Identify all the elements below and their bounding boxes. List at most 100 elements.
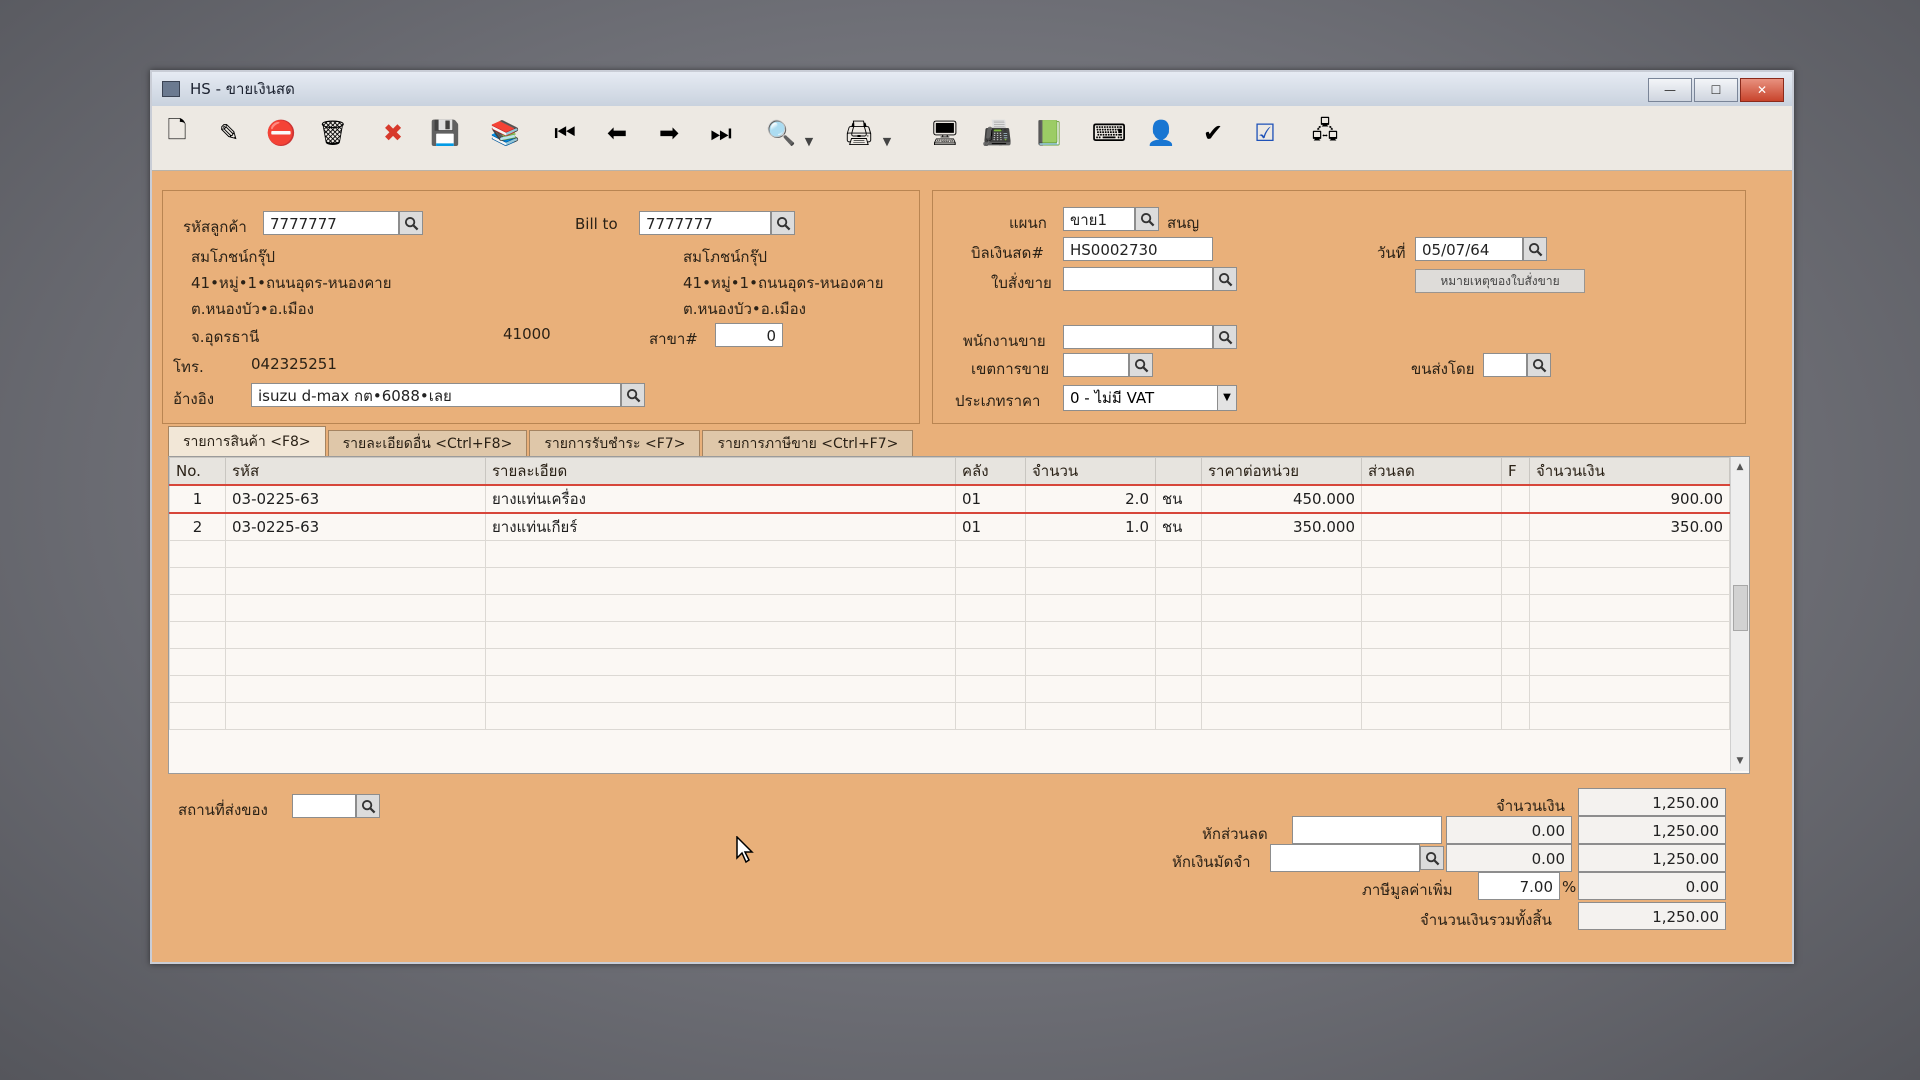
salesman-input[interactable] (1063, 325, 1213, 349)
empty-cell[interactable] (1025, 567, 1156, 595)
empty-cell[interactable] (1155, 621, 1202, 649)
empty-cell[interactable] (485, 675, 956, 703)
tab-sales-tax[interactable]: รายการภาษีขาย <Ctrl+F7> (702, 430, 914, 457)
empty-cell[interactable] (225, 621, 486, 649)
books-icon[interactable]: 📚 (488, 116, 522, 150)
empty-table-row[interactable] (169, 594, 1730, 622)
void-icon[interactable]: ⛔ (264, 116, 298, 150)
empty-table-row[interactable] (169, 675, 1730, 703)
cell-warehouse[interactable]: 01 (955, 512, 1026, 541)
keyin-icon[interactable]: ⌨ (1092, 116, 1127, 150)
empty-cell[interactable] (1201, 540, 1362, 568)
cell-quantity[interactable]: 2.0 (1025, 484, 1156, 514)
price-type-select[interactable]: 0 - ไม่มี VAT ▼ (1063, 385, 1237, 411)
col-code[interactable]: รหัส (225, 457, 486, 486)
department-search-icon[interactable] (1135, 207, 1159, 231)
discount-input[interactable] (1292, 816, 1442, 844)
empty-cell[interactable] (1201, 702, 1362, 730)
so-note-button[interactable]: หมายเหตุของใบสั่งขาย (1415, 269, 1585, 293)
cell-unit[interactable]: ชน (1155, 512, 1202, 541)
sales-area-search-icon[interactable] (1129, 353, 1153, 377)
empty-cell[interactable] (485, 648, 956, 676)
empty-cell[interactable] (1025, 594, 1156, 622)
empty-cell[interactable] (1361, 567, 1502, 595)
empty-cell[interactable] (169, 540, 226, 568)
monitor-icon[interactable]: 🖥 (928, 116, 962, 150)
items-grid[interactable]: No. รหัส รายละเอียด คลัง จำนวน ราคาต่อหน… (168, 456, 1750, 774)
tab-other-details[interactable]: รายละเอียดอื่น <Ctrl+F8> (327, 430, 528, 457)
empty-cell[interactable] (1501, 702, 1530, 730)
empty-cell[interactable] (955, 594, 1026, 622)
empty-cell[interactable] (1501, 567, 1530, 595)
cell-description[interactable]: ยางแท่นเกียร์ (485, 512, 956, 541)
empty-table-row[interactable] (169, 540, 1730, 568)
empty-cell[interactable] (485, 567, 956, 595)
empty-cell[interactable] (1501, 648, 1530, 676)
empty-cell[interactable] (1155, 567, 1202, 595)
deposit-input[interactable] (1270, 844, 1420, 872)
empty-cell[interactable] (1155, 540, 1202, 568)
deposit-search-icon[interactable] (1420, 846, 1444, 870)
empty-cell[interactable] (485, 702, 956, 730)
trash-icon[interactable]: 🗑 (316, 116, 350, 150)
empty-table-row[interactable] (169, 648, 1730, 676)
vat-rate-input[interactable]: 7.00 (1478, 872, 1560, 900)
scroll-up-icon[interactable]: ▲ (1731, 459, 1749, 475)
empty-cell[interactable] (955, 702, 1026, 730)
empty-cell[interactable] (1529, 648, 1730, 676)
col-amount[interactable]: จำนวนเงิน (1529, 457, 1730, 486)
empty-cell[interactable] (1201, 648, 1362, 676)
cell-description[interactable]: ยางแท่นเครื่อง (485, 484, 956, 514)
search-doc-icon[interactable]: 🔍 (764, 116, 798, 150)
empty-cell[interactable] (1201, 621, 1362, 649)
empty-rows[interactable] (169, 540, 1730, 730)
empty-cell[interactable] (169, 594, 226, 622)
empty-cell[interactable] (1201, 675, 1362, 703)
branch-input[interactable]: 0 (715, 323, 783, 347)
date-picker-icon[interactable] (1523, 237, 1547, 261)
empty-cell[interactable] (955, 621, 1026, 649)
empty-cell[interactable] (1155, 675, 1202, 703)
col-no[interactable]: No. (169, 457, 226, 486)
empty-cell[interactable] (1361, 648, 1502, 676)
empty-cell[interactable] (955, 648, 1026, 676)
empty-cell[interactable] (955, 567, 1026, 595)
ship-by-input[interactable] (1483, 353, 1527, 377)
cell-quantity[interactable]: 1.0 (1025, 512, 1156, 541)
cell-discount[interactable] (1361, 484, 1502, 514)
col-quantity[interactable]: จำนวน (1025, 457, 1156, 486)
last-record-icon[interactable]: ⏭ (704, 116, 738, 150)
reference-input[interactable]: isuzu d-max กต•6088•เลย (251, 383, 621, 407)
empty-cell[interactable] (169, 675, 226, 703)
scroll-down-icon[interactable]: ▼ (1731, 753, 1749, 769)
cell-no[interactable]: 2 (169, 512, 226, 541)
cell-unit-price[interactable]: 350.000 (1201, 512, 1362, 541)
cell-code[interactable]: 03-0225-63 (225, 484, 486, 514)
empty-cell[interactable] (1501, 540, 1530, 568)
empty-cell[interactable] (1529, 594, 1730, 622)
ship-place-search-icon[interactable] (356, 794, 380, 818)
empty-cell[interactable] (1529, 540, 1730, 568)
ship-place-input[interactable] (292, 794, 356, 818)
empty-cell[interactable] (1501, 675, 1530, 703)
ok-box-icon[interactable]: ☑ (1248, 116, 1282, 150)
empty-cell[interactable] (485, 621, 956, 649)
empty-cell[interactable] (1155, 594, 1202, 622)
edit-icon[interactable]: ✎ (212, 116, 246, 150)
empty-cell[interactable] (1025, 702, 1156, 730)
empty-cell[interactable] (1361, 702, 1502, 730)
minimize-button[interactable]: — (1648, 78, 1692, 102)
empty-cell[interactable] (1529, 567, 1730, 595)
empty-cell[interactable] (1529, 675, 1730, 703)
cell-amount[interactable]: 900.00 (1529, 484, 1730, 514)
customer-code-input[interactable]: 7777777 (263, 211, 399, 235)
cell-unit-price[interactable]: 450.000 (1201, 484, 1362, 514)
register-icon[interactable]: 📠 (980, 116, 1014, 150)
empty-cell[interactable] (1155, 702, 1202, 730)
empty-cell[interactable] (1201, 567, 1362, 595)
empty-cell[interactable] (1025, 675, 1156, 703)
cell-warehouse[interactable]: 01 (955, 484, 1026, 514)
cell-discount[interactable] (1361, 512, 1502, 541)
new-doc-icon[interactable]: 🗋 (160, 116, 194, 150)
next-record-icon[interactable]: ➡ (652, 116, 686, 150)
